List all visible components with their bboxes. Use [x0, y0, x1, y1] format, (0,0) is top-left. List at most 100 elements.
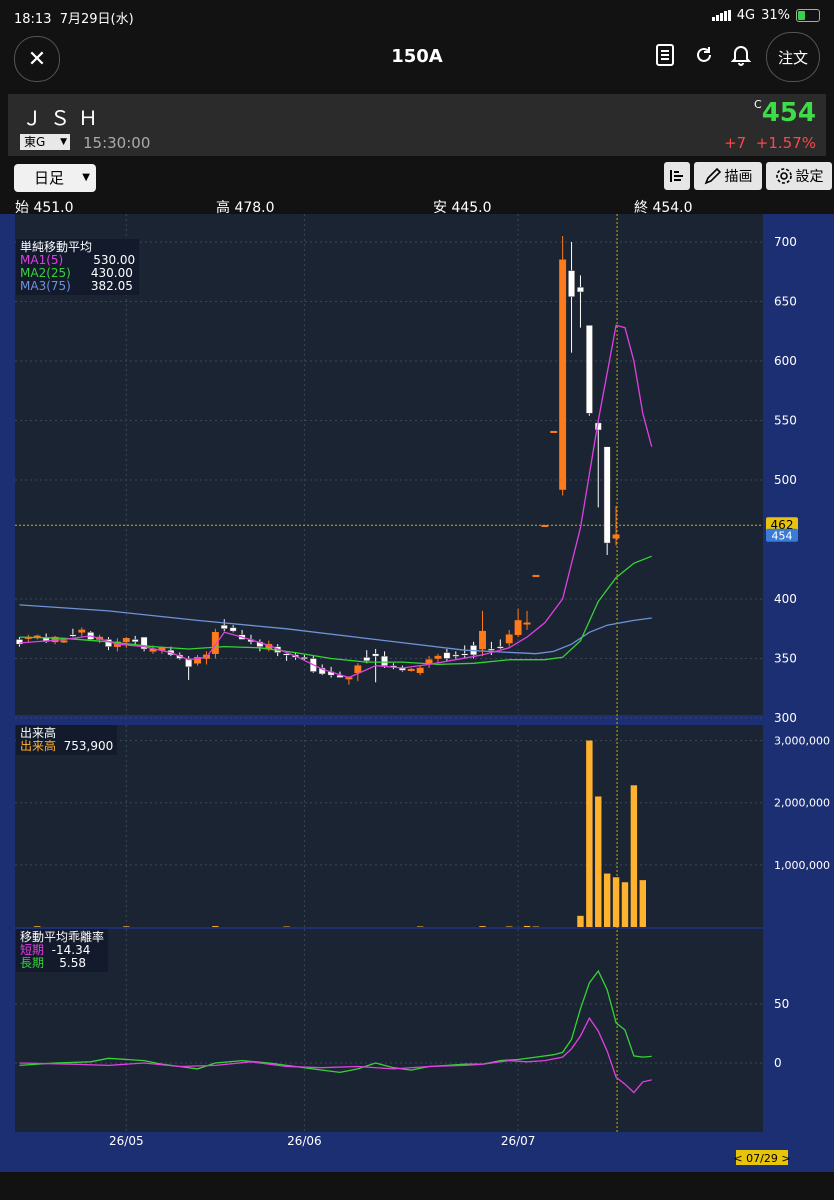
volume-bar	[479, 926, 486, 927]
candle-body	[15, 639, 23, 645]
candle-body	[559, 259, 567, 490]
volume-bar	[123, 926, 130, 927]
candle-body	[550, 430, 558, 433]
panel-separator	[0, 715, 834, 725]
chart-area[interactable]: 700 650 600 550 500 400 350 300 3,000,000 2,000,0…	[0, 214, 834, 1172]
candle-body	[69, 634, 77, 637]
date-tick-label: 26/06	[287, 1134, 322, 1148]
volume-bar	[639, 880, 646, 927]
candle-body	[220, 624, 228, 629]
news-icon[interactable]	[652, 42, 678, 68]
candle-body	[532, 574, 540, 577]
volume-bar	[621, 882, 629, 927]
bell-icon[interactable]	[728, 42, 754, 68]
candle-body	[122, 638, 130, 643]
long-legend: 長期 5.58	[20, 956, 86, 970]
volume-tick-label: 1,000,000	[774, 859, 830, 872]
candle-body	[425, 659, 433, 664]
network-type: 4G	[736, 8, 756, 23]
volume-bar	[630, 785, 638, 927]
stock-symbol: ＪＳＨ	[22, 106, 106, 130]
price-tick-label: 700	[774, 235, 797, 249]
draw-button[interactable]: 描画	[694, 162, 762, 190]
price-tick-label: 350	[774, 652, 797, 666]
price-tick-label: 300	[774, 711, 797, 725]
ma3-legend: MA3(75) 382.05	[20, 279, 133, 293]
deviation-tick-label: 0	[774, 1056, 782, 1070]
volume-bar	[506, 926, 513, 927]
candle-body	[381, 655, 389, 666]
candle-body	[541, 524, 549, 527]
candle-body	[300, 657, 308, 660]
chart-list-button[interactable]	[664, 162, 690, 190]
chart-toolbar: 日足 ▼ 描画 設定	[0, 160, 834, 194]
candle-body	[407, 668, 415, 671]
volume-bar	[34, 926, 41, 927]
price-flag: C	[754, 98, 762, 111]
candle-body	[461, 653, 469, 656]
price-tick-label: 600	[774, 354, 797, 368]
volume-legend: 出来高 出来高 753,900	[16, 725, 118, 755]
current-price: 454	[761, 98, 816, 128]
candle-body	[434, 655, 442, 659]
battery-icon	[796, 9, 820, 22]
status-bar: 18:13 7月29日(水) 4G 31%	[0, 0, 834, 32]
price-tick-label: 550	[774, 414, 797, 428]
price-legend: 単純移動平均 MA1(5) 530.00 MA2(25) 430.00 MA3(75…	[16, 239, 140, 295]
volume-series-legend: 出来高 753,900	[20, 739, 114, 753]
volume-tick-label: 3,000,000	[774, 735, 830, 748]
order-button[interactable]: 注文	[766, 32, 820, 82]
volume-bar	[416, 926, 424, 927]
status-time: 18:13	[14, 12, 52, 27]
price-change: +7 +1.57%	[724, 134, 816, 152]
volume-bar	[586, 740, 593, 927]
candle-body	[496, 646, 504, 649]
bottom-bar	[0, 1172, 834, 1200]
settings-button[interactable]: 設定	[766, 162, 832, 190]
deviation-panel-bg	[15, 929, 763, 1132]
volume-bar	[595, 796, 602, 927]
candle-body	[372, 653, 380, 657]
volume-bar	[603, 873, 611, 927]
candle-body	[585, 325, 593, 414]
candle-body	[505, 634, 513, 644]
pencil-icon	[704, 167, 721, 185]
candle-body	[603, 446, 611, 544]
candle-body	[443, 652, 451, 659]
current-date-label: < 07/29 >	[733, 1152, 790, 1165]
candle-body	[60, 640, 68, 643]
chart-svg[interactable]: 7006506005505004003503003,000,0002,000,0…	[0, 214, 834, 1172]
candle-body	[523, 622, 531, 625]
bars-icon	[670, 170, 683, 182]
signal-icon	[711, 10, 731, 21]
nav-bar: ✕ 150A 注文	[0, 32, 834, 84]
volume-tick-label: 2,000,000	[774, 797, 830, 810]
gear-icon	[775, 168, 792, 184]
volume-panel-bg	[15, 725, 763, 927]
refresh-icon[interactable]	[691, 42, 717, 68]
deviation-tick-label: 50	[774, 997, 789, 1011]
candle-body	[514, 620, 522, 635]
candle-body	[568, 270, 576, 297]
deviation-legend: 移動平均乖離率 短期 -14.34 長期 5.58	[16, 929, 109, 972]
close-price-marker: 454	[772, 530, 793, 543]
dropdown-arrow-icon: ▼	[82, 172, 90, 183]
candle-body	[452, 654, 460, 657]
price-tick-label: 500	[774, 473, 797, 487]
ohlc-row: 始 451.0 高 478.0 安 445.0 終 454.0	[0, 197, 834, 216]
volume-bar	[612, 877, 620, 927]
date-tick-label: 26/05	[109, 1134, 144, 1148]
quote-time: 15:30:00	[83, 134, 151, 152]
date-tick-label: 26/07	[501, 1134, 536, 1148]
volume-bar	[523, 925, 531, 927]
price-tick-label: 400	[774, 592, 797, 606]
candle-body	[78, 629, 86, 633]
period-select[interactable]: 日足 ▼	[14, 164, 96, 192]
volume-bar	[577, 915, 584, 927]
candle-body	[363, 657, 371, 662]
candle-body	[229, 627, 237, 632]
stock-header: ＪＳＨ 東G ▼ 15:30:00 C 454 +7 +1.57%	[8, 94, 826, 156]
market-select[interactable]: 東G ▼	[20, 134, 70, 150]
candle-body	[354, 665, 362, 674]
candle-body	[211, 632, 219, 654]
